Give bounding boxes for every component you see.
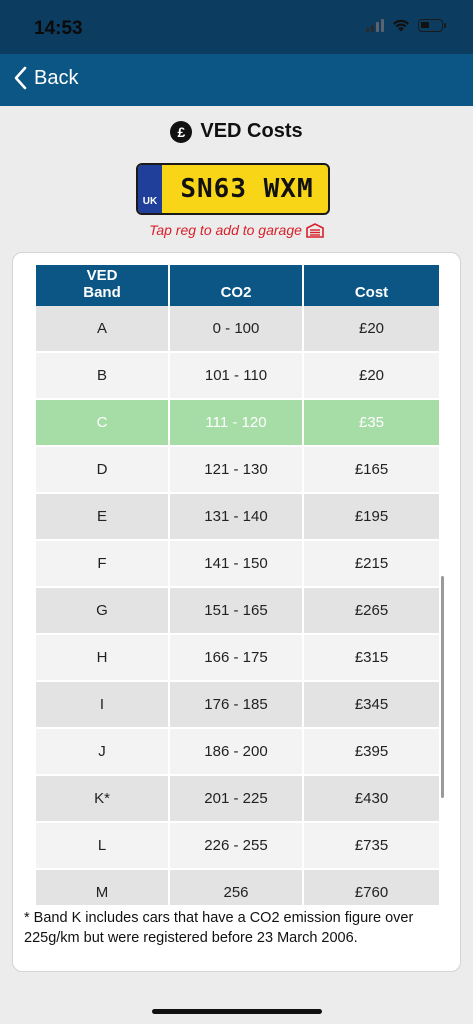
cell-co2: 121 - 130 bbox=[170, 447, 304, 492]
cell-co2: 201 - 225 bbox=[170, 776, 304, 821]
status-bar: 14:53 bbox=[0, 0, 473, 54]
table-row: J 186 - 200 £395 bbox=[36, 729, 439, 776]
cell-co2: 166 - 175 bbox=[170, 635, 304, 680]
cell-co2: 151 - 165 bbox=[170, 588, 304, 633]
home-indicator[interactable] bbox=[152, 1009, 322, 1014]
battery-icon bbox=[418, 19, 446, 32]
table-row: E 131 - 140 £195 bbox=[36, 494, 439, 541]
plate-country-band: UK bbox=[138, 165, 162, 213]
ved-table-card: VED Band CO2 Cost A0 - 100 £20 B 101 - 110 £… bbox=[12, 252, 461, 972]
table-row: F 141 - 150 £215 bbox=[36, 541, 439, 588]
cell-co2: 186 - 200 bbox=[170, 729, 304, 774]
cell-band: A bbox=[36, 306, 170, 351]
wifi-icon bbox=[393, 19, 409, 32]
table-row: B 101 - 110 £20 bbox=[36, 353, 439, 400]
table-row: I 176 - 185 £345 bbox=[36, 682, 439, 729]
add-to-garage-link[interactable]: Tap reg to add to garage bbox=[0, 222, 473, 238]
cell-cost: £215 bbox=[304, 541, 439, 586]
cell-band: I bbox=[36, 682, 170, 727]
cell-band: B bbox=[36, 353, 170, 398]
band-k-footnote: * Band K includes cars that have a CO2 e… bbox=[24, 910, 414, 946]
cell-co2: 131 - 140 bbox=[170, 494, 304, 539]
table-row: G 151 - 165 £265 bbox=[36, 588, 439, 635]
cell-cost: £35 bbox=[304, 400, 439, 445]
garage-icon bbox=[306, 222, 324, 238]
header-band: VED Band bbox=[36, 265, 170, 306]
cell-cost: £735 bbox=[304, 823, 439, 868]
pound-icon: £ bbox=[170, 120, 193, 143]
cell-co2: 111 - 120 bbox=[170, 400, 304, 445]
status-icons bbox=[366, 19, 446, 32]
table-row: C 111 - 120 £35 bbox=[36, 400, 439, 447]
table-row: M 256 £760 bbox=[36, 870, 439, 905]
cell-band: M bbox=[36, 870, 170, 905]
back-label: Back bbox=[34, 66, 79, 89]
back-button[interactable]: Back bbox=[14, 66, 78, 90]
table-row: K* 201 - 225 £430 bbox=[36, 776, 439, 823]
ved-table[interactable]: VED Band CO2 Cost A0 - 100 £20 B 101 - 110 £… bbox=[36, 265, 439, 905]
cell-cost: £430 bbox=[304, 776, 439, 821]
cell-band: G bbox=[36, 588, 170, 633]
cell-band: C bbox=[36, 400, 170, 445]
cell-co2: 226 - 255 bbox=[170, 823, 304, 868]
nav-bar: Back bbox=[0, 54, 473, 106]
table-row: A0 - 100 £20 bbox=[36, 306, 439, 353]
cell-cost: £20 bbox=[304, 306, 439, 351]
table-row: H 166 - 175 £315 bbox=[36, 635, 439, 682]
cell-cost: £165 bbox=[304, 447, 439, 492]
cell-cost: £760 bbox=[304, 870, 439, 905]
header-cost: Cost bbox=[304, 265, 439, 306]
cell-cost: £20 bbox=[304, 353, 439, 398]
tap-hint-text: Tap reg to add to garage bbox=[149, 222, 302, 238]
cell-band: H bbox=[36, 635, 170, 680]
header-co2-label: CO2 bbox=[220, 284, 252, 301]
cell-band: K* bbox=[36, 776, 170, 821]
cell-band: E bbox=[36, 494, 170, 539]
header-band-label: VED Band bbox=[83, 267, 121, 301]
header-co2: CO2 bbox=[170, 265, 304, 306]
signal-icon bbox=[366, 19, 384, 32]
cell-co2: 256 bbox=[170, 870, 304, 905]
cell-co2: 0 - 100 bbox=[170, 306, 304, 351]
cell-band: F bbox=[36, 541, 170, 586]
table-header: VED Band CO2 Cost bbox=[36, 265, 439, 306]
cell-cost: £395 bbox=[304, 729, 439, 774]
cell-co2: 176 - 185 bbox=[170, 682, 304, 727]
cell-band: L bbox=[36, 823, 170, 868]
plate-registration: SN63 WXM bbox=[180, 174, 314, 204]
status-time: 14:53 bbox=[34, 18, 83, 39]
cell-cost: £265 bbox=[304, 588, 439, 633]
page-title-row: £ VED Costs bbox=[0, 120, 473, 143]
cell-co2: 141 - 150 bbox=[170, 541, 304, 586]
cell-band: J bbox=[36, 729, 170, 774]
cell-cost: £315 bbox=[304, 635, 439, 680]
table-row: D 121 - 130 £165 bbox=[36, 447, 439, 494]
header-cost-label: Cost bbox=[354, 284, 389, 301]
page-title: VED Costs bbox=[200, 120, 303, 142]
cell-band: D bbox=[36, 447, 170, 492]
back-chevron-icon bbox=[14, 66, 27, 90]
table-row: L 226 - 255 £735 bbox=[36, 823, 439, 870]
cell-co2: 101 - 110 bbox=[170, 353, 304, 398]
scrollbar[interactable] bbox=[441, 576, 444, 798]
cell-cost: £195 bbox=[304, 494, 439, 539]
cell-cost: £345 bbox=[304, 682, 439, 727]
plate-country-code: UK bbox=[142, 196, 158, 207]
table-body: A0 - 100 £20 B 101 - 110 £20 C 111 - 120 £35 D 12… bbox=[36, 306, 439, 905]
registration-plate[interactable]: UK SN63 WXM bbox=[136, 163, 330, 215]
